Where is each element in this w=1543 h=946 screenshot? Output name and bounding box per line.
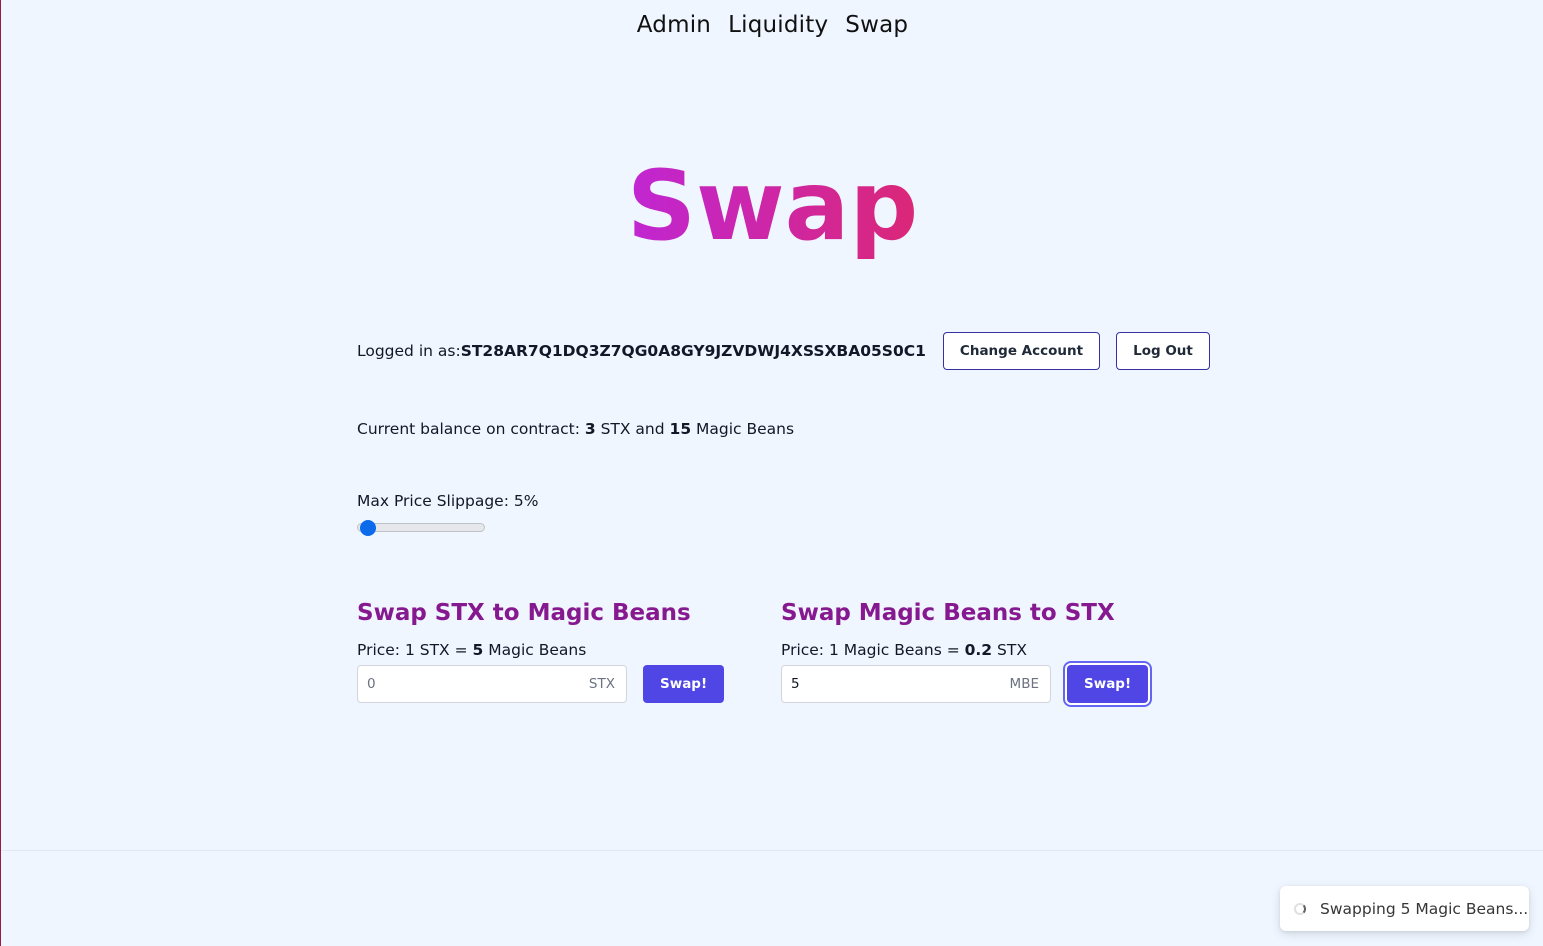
swap-stx-panel: Swap STX to Magic Beans Price: 1 STX = 5… (357, 598, 757, 703)
stx-amount-input[interactable] (358, 666, 626, 702)
nav-link-admin[interactable]: Admin (637, 12, 711, 38)
swap-mbe-form: MBE Swap! (781, 665, 1181, 703)
swap-mbe-price-value: 0.2 (964, 641, 993, 659)
swap-stx-heading: Swap STX to Magic Beans (357, 600, 691, 626)
swap-mbe-panel: Swap Magic Beans to STX Price: 1 Magic B… (781, 598, 1181, 703)
balance-text: Current balance on contract: 3 STX and 1… (357, 420, 794, 438)
logged-in-label: Logged in as: (357, 342, 461, 360)
hero: Swap (1, 150, 1543, 262)
log-out-button[interactable]: Log Out (1116, 332, 1210, 370)
account-address: ST28AR7Q1DQ3Z7QG0A8GY9JZVDWJ4XSSXBA05S0C… (460, 342, 926, 360)
swap-stx-price: Price: 1 STX = 5 Magic Beans (357, 641, 757, 659)
swap-stx-price-prefix: Price: 1 STX = (357, 641, 473, 659)
stx-unit-label: STX (588, 676, 615, 692)
toast-notification: Swapping 5 Magic Beans... (1280, 886, 1529, 931)
balance-prefix: Current balance on contract: (357, 420, 585, 438)
account-row: Logged in as: ST28AR7Q1DQ3Z7QG0A8GY9JZVD… (357, 332, 1210, 370)
balance-suffix: Magic Beans (691, 420, 795, 438)
swap-stx-button[interactable]: Swap! (643, 665, 725, 703)
toast-message: Swapping 5 Magic Beans... (1320, 899, 1529, 918)
mbe-unit-label: MBE (1009, 676, 1039, 692)
stx-amount-field: STX (357, 665, 627, 703)
footer-divider (1, 850, 1543, 851)
nav-link-liquidity[interactable]: Liquidity (728, 12, 828, 38)
slippage-slider[interactable] (357, 520, 485, 536)
swap-stx-price-value: 5 (472, 641, 484, 659)
change-account-button[interactable]: Change Account (942, 332, 1101, 370)
mbe-amount-field: MBE (781, 665, 1051, 703)
top-nav: Admin Liquidity Swap (1, 12, 1543, 38)
balance-mid: STX and (595, 420, 670, 438)
loading-spinner-icon (1294, 902, 1306, 915)
nav-link-swap[interactable]: Swap (845, 12, 908, 38)
slippage-label: Max Price Slippage: 5% (357, 492, 539, 510)
swap-mbe-price-prefix: Price: 1 Magic Beans = (781, 641, 965, 659)
swap-mbe-button[interactable]: Swap! (1067, 665, 1149, 703)
swap-mbe-heading: Swap Magic Beans to STX (781, 600, 1115, 626)
balance-stx-value: 3 (584, 420, 596, 438)
swap-stx-price-suffix: Magic Beans (483, 641, 587, 659)
swap-stx-form: STX Swap! (357, 665, 757, 703)
balance-beans-value: 15 (669, 420, 692, 438)
slider-thumb[interactable] (360, 520, 376, 536)
page-title: Swap (626, 150, 919, 262)
swap-mbe-price: Price: 1 Magic Beans = 0.2 STX (781, 641, 1181, 659)
swap-mbe-price-suffix: STX (992, 641, 1027, 659)
